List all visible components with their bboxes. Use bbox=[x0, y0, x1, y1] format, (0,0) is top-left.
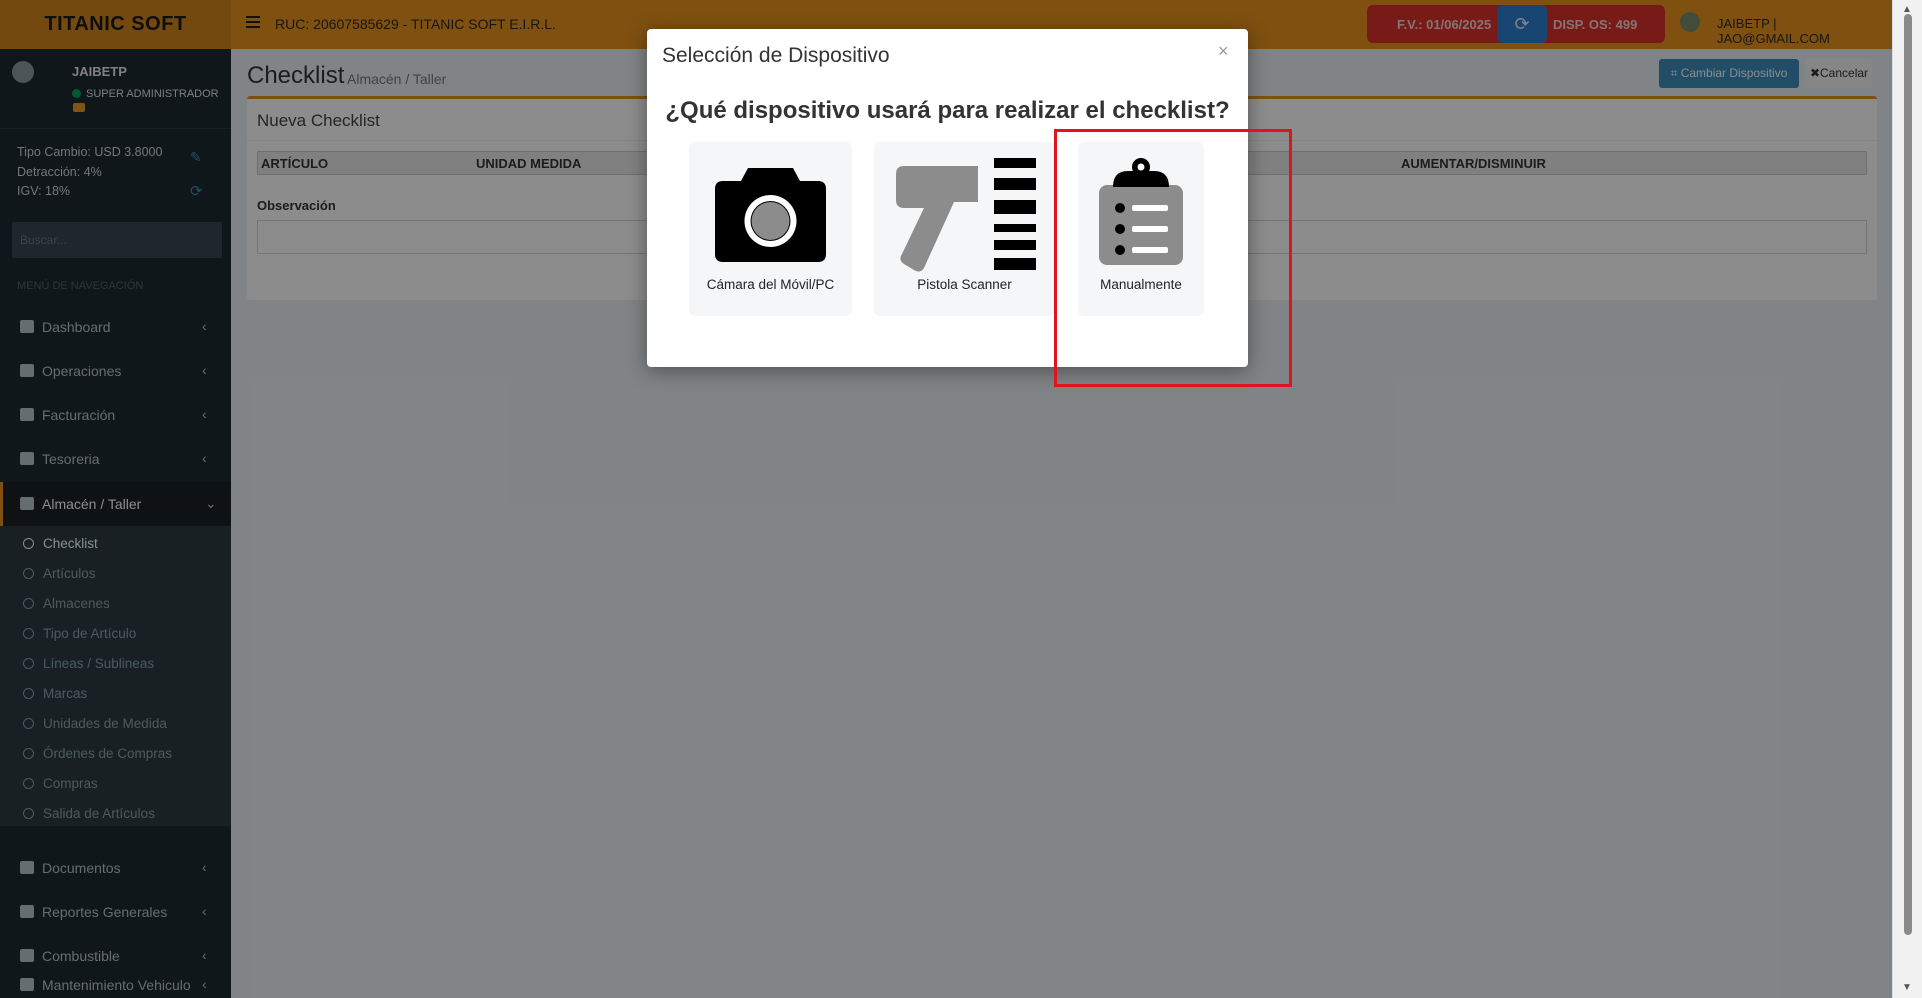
modal-title: Selección de Dispositivo bbox=[662, 44, 890, 67]
highlight-box bbox=[1054, 129, 1292, 387]
barcode-scanner-icon bbox=[896, 158, 1036, 272]
page-scrollbar[interactable]: ▲ ▼ bbox=[1892, 0, 1922, 998]
option-scanner-label: Pistola Scanner bbox=[917, 277, 1012, 292]
option-scanner[interactable]: Pistola Scanner bbox=[874, 142, 1055, 316]
option-camera-label: Cámara del Móvil/PC bbox=[706, 277, 835, 292]
close-icon[interactable]: × bbox=[1218, 41, 1229, 62]
scroll-thumb[interactable] bbox=[1904, 14, 1912, 935]
scroll-down-icon[interactable]: ▼ bbox=[1902, 982, 1912, 993]
modal-question: ¿Qué dispositivo usará para realizar el … bbox=[665, 97, 1230, 124]
camera-icon bbox=[715, 168, 826, 262]
option-camera[interactable]: Cámara del Móvil/PC bbox=[689, 142, 852, 316]
